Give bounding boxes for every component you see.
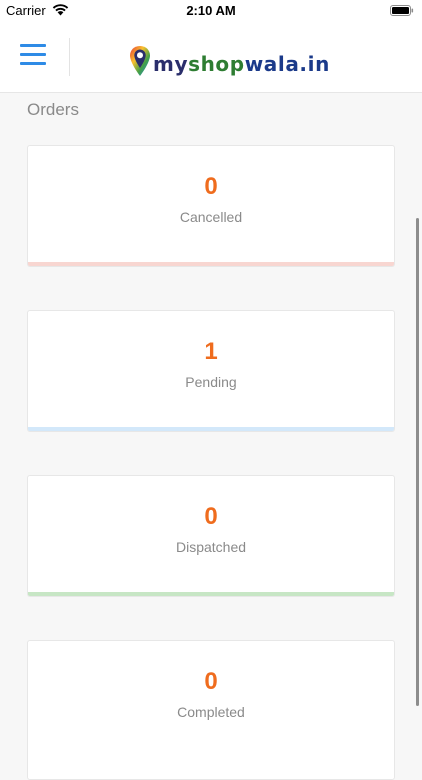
- completed-orders-card[interactable]: 0 Completed: [27, 640, 395, 780]
- pending-orders-card[interactable]: 1 Pending: [27, 310, 395, 432]
- status-bar: Carrier 2:10 AM: [0, 0, 422, 22]
- cancelled-status-bar: [28, 262, 394, 266]
- dispatched-orders-card[interactable]: 0 Dispatched: [27, 475, 395, 597]
- cancelled-count: 0: [204, 173, 218, 200]
- orders-section-title: Orders: [27, 100, 79, 119]
- myshopwala-logo[interactable]: myshopwala.in: [128, 38, 330, 78]
- completed-label: Completed: [177, 704, 245, 720]
- completed-count: 0: [204, 668, 218, 695]
- status-time: 2:10 AM: [186, 3, 236, 18]
- dispatched-status-bar: [28, 592, 394, 596]
- dispatched-label: Dispatched: [175, 539, 247, 555]
- cancelled-orders-card[interactable]: 0 Cancelled: [27, 145, 395, 267]
- dispatched-count: 0: [204, 503, 218, 530]
- logo-text: myshopwala.in: [153, 52, 330, 76]
- location-pin-icon: [130, 46, 150, 76]
- hamburger-menu-icon[interactable]: [20, 44, 46, 66]
- pending-count: 1: [204, 338, 218, 365]
- cancelled-label: Cancelled: [179, 209, 243, 225]
- pending-label: Pending: [185, 374, 237, 390]
- header-divider: [69, 38, 70, 76]
- scrollbar[interactable]: [416, 218, 419, 706]
- pending-status-bar: [28, 427, 394, 431]
- app-header: myshopwala.in: [0, 22, 422, 93]
- battery-icon: [390, 5, 414, 16]
